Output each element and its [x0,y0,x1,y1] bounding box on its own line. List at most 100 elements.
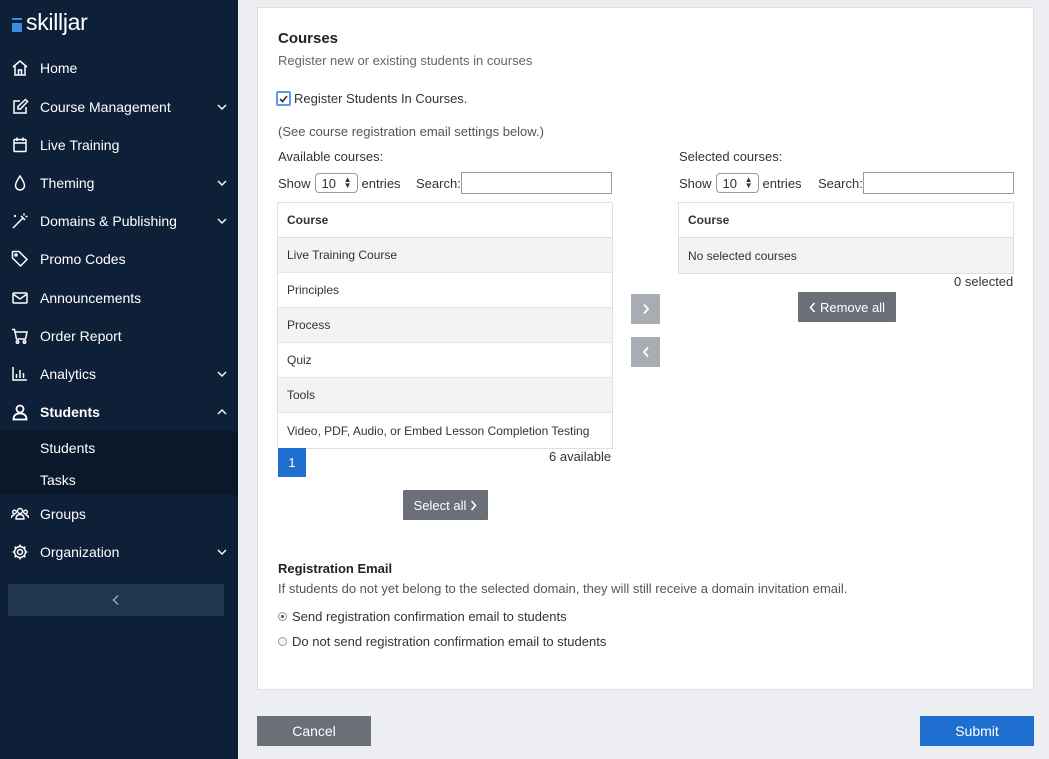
checkmark-icon [279,94,288,103]
courses-title: Courses [278,30,339,47]
registration-note: (See course registration email settings … [278,124,544,139]
courses-subtitle: Register new or existing students in cou… [278,53,533,68]
entries-label: entries [361,175,401,191]
chevron-left-icon [112,594,119,606]
cancel-button[interactable]: Cancel [257,716,371,746]
chevron-down-icon [217,371,227,377]
subnav-item-tasks[interactable]: Tasks [40,472,76,488]
empty-row: No selected courses [679,238,1013,273]
logo-text: skilljar [26,8,88,35]
sidebar-item-announcements[interactable]: Announcements [0,280,238,316]
chevron-down-icon [217,218,227,224]
show-label: Show [278,175,311,191]
add-selected-button[interactable] [631,294,660,324]
chevron-down-icon [217,104,227,110]
chevron-right-icon [471,499,477,511]
selected-count: 0 selected [954,274,1014,289]
register-students-checkbox[interactable] [276,91,291,106]
selected-search-input[interactable] [863,172,1014,194]
chevron-down-icon [217,549,227,555]
entries-label: entries [762,175,802,191]
submit-button[interactable]: Submit [920,716,1034,746]
edit-icon [13,98,29,114]
select-arrows-icon: ▲ ▼ [343,175,352,190]
entries-value: 10 [321,175,336,191]
sidebar-item-course-management[interactable]: Course Management [0,89,238,125]
sidebar-item-live-training[interactable]: Live Training [0,127,238,163]
registration-email-description: If students do not yet belong to the sel… [278,581,848,596]
chevron-up-icon [217,409,227,415]
sidebar: skilljar Home Course Management Live Tra… [0,0,238,759]
select-arrows-icon: ▲ ▼ [744,175,753,190]
wand-icon [12,213,28,229]
chevron-left-icon [809,301,816,313]
home-icon [12,60,28,76]
available-search-label: Search: [416,176,461,191]
selected-courses-table: Course No selected courses [678,202,1014,274]
bar-chart-icon [12,367,27,381]
no-email-option[interactable]: Do not send registration confirmation em… [278,634,606,649]
table-row[interactable]: Video, PDF, Audio, or Embed Lesson Compl… [278,413,612,448]
calendar-icon [13,137,27,153]
cart-icon [12,328,28,344]
sidebar-item-label: Course Management [40,99,171,115]
sidebar-item-label: Domains & Publishing [40,213,177,229]
selected-courses-title: Selected courses: [679,149,783,164]
sidebar-item-order-report[interactable]: Order Report [0,318,238,354]
available-courses-table: Course Live Training Course Principles P… [277,202,613,449]
sidebar-item-home[interactable]: Home [0,50,238,86]
sidebar-item-label: Order Report [40,328,122,344]
subnav-item-students[interactable]: Students [40,440,95,456]
send-email-option[interactable]: Send registration confirmation email to … [278,609,567,624]
sidebar-item-theming[interactable]: Theming [0,165,238,201]
select-all-label: Select all [413,497,467,513]
selected-entries-select[interactable]: 10 ▲ ▼ [715,173,759,193]
available-entries-select[interactable]: 10 ▲ ▼ [314,173,358,193]
sidebar-item-label: Organization [40,544,120,560]
tag-icon [11,250,29,268]
chevron-right-icon [642,303,649,315]
gear-icon [12,544,28,560]
sidebar-item-organization[interactable]: Organization [0,534,238,570]
sidebar-item-students[interactable]: Students [0,394,238,430]
table-row[interactable]: Quiz [278,343,612,378]
sidebar-item-groups[interactable]: Groups [0,496,238,532]
sidebar-item-label: Home [40,60,78,76]
remove-selected-button[interactable] [631,337,660,367]
selected-search-label: Search: [818,176,863,191]
logo-icon [12,18,24,32]
students-subnav: Students Tasks [0,431,238,495]
no-email-radio[interactable] [278,637,287,646]
table-row[interactable]: Principles [278,273,612,308]
entries-value: 10 [722,175,737,191]
sidebar-item-label: Groups [40,506,86,522]
remove-all-button[interactable]: Remove all [798,292,896,322]
users-icon [11,507,29,520]
sidebar-item-label: Announcements [40,290,142,306]
pagination-page-1[interactable]: 1 [278,448,306,477]
chevron-down-icon [217,180,227,186]
available-length-control: Show 10 ▲ ▼ entries [278,172,401,194]
user-icon [12,404,28,421]
sidebar-item-label: Live Training [40,137,120,153]
available-course-column-header[interactable]: Course [278,203,612,238]
table-row[interactable]: Live Training Course [278,238,612,273]
sidebar-item-label: Analytics [40,366,97,382]
remove-all-label: Remove all [819,299,886,315]
collapse-sidebar-button[interactable] [8,584,224,616]
sidebar-item-analytics[interactable]: Analytics [0,356,238,392]
table-row[interactable]: Process [278,308,612,343]
selected-course-column-header[interactable]: Course [679,203,1013,238]
available-search-input[interactable] [461,172,612,194]
show-label: Show [679,175,712,191]
logo[interactable]: skilljar [12,8,88,36]
sidebar-item-promo-codes[interactable]: Promo Codes [0,241,238,277]
register-students-label: Register Students In Courses. [294,91,468,106]
select-all-button[interactable]: Select all [403,490,488,520]
table-row[interactable]: Tools [278,378,612,413]
courses-panel: Courses Register new or existing student… [257,7,1034,690]
sidebar-item-domains-publishing[interactable]: Domains & Publishing [0,203,238,239]
send-email-radio[interactable] [278,612,287,621]
available-courses-title: Available courses: [278,149,384,164]
selected-length-control: Show 10 ▲ ▼ entries [679,172,802,194]
